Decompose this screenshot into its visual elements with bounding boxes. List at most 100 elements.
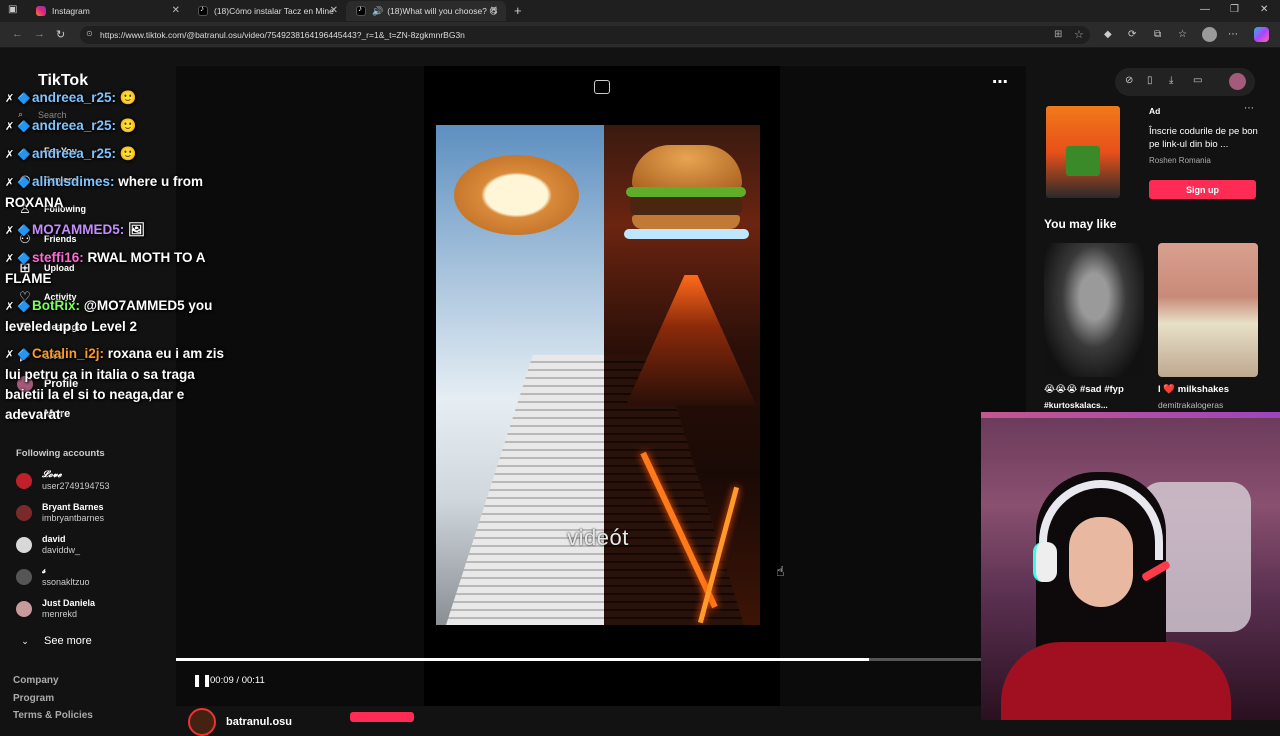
tiktok-page: TikTok ⌕ Search ⌂ For You ◎ Explore ♙ Fo… — [0, 48, 1280, 736]
led-light — [981, 412, 1280, 418]
footer-link-terms[interactable]: Terms & Policies — [13, 710, 93, 721]
tab-title: Instagram — [52, 6, 90, 16]
account-username: ssonakltzuo — [42, 577, 90, 587]
url-input[interactable]: ⊙ https://www.tiktok.com/@batranul.osu/v… — [80, 26, 1090, 44]
menu-dots-icon[interactable]: ⋯ — [1228, 29, 1238, 40]
account-name: 𝓼 — [42, 566, 46, 576]
close-tab-icon[interactable]: ✕ — [490, 5, 498, 16]
video-frame[interactable]: videót — [436, 125, 760, 625]
recommended-caption[interactable]: I ❤️ milkshakes — [1158, 384, 1229, 395]
more-options-icon[interactable]: ⋯ — [992, 72, 1008, 92]
chat-text: 🙂 — [119, 146, 137, 161]
video-time: 00:09 / 00:11 — [210, 675, 265, 686]
mail-icon[interactable]: ▭ — [1193, 75, 1202, 86]
chat-username: andreea_r25: — [31, 90, 120, 105]
time-current: 00:09 — [210, 675, 234, 686]
ad-image[interactable] — [1046, 106, 1120, 198]
site-info-icon[interactable]: ⊙ — [86, 29, 93, 38]
chat-badge-icon: ✗ 🔷 — [5, 149, 31, 161]
ad-more-icon[interactable]: ⋯ — [1244, 103, 1254, 114]
tiktok-icon — [356, 4, 366, 16]
puzzle-icon[interactable]: ⟳ — [1128, 29, 1136, 40]
avatar[interactable] — [1229, 73, 1246, 90]
video-caption: videót — [567, 525, 629, 550]
account-username: user2749194753 — [42, 481, 110, 491]
following-account[interactable]: Just Daniela menrekd — [16, 598, 95, 620]
sidebar-toggle-icon[interactable]: ▣ — [8, 4, 17, 15]
recommended-video-thumbnail[interactable] — [1158, 243, 1258, 377]
new-tab-icon[interactable]: + — [514, 3, 522, 18]
recommended-caption[interactable]: 😭😭😭 #sad #fyp — [1044, 384, 1124, 395]
favorite-star-icon[interactable]: ☆ — [1074, 28, 1084, 41]
address-bar-row: ← → ↻ ⊙ https://www.tiktok.com/@batranul… — [0, 22, 1280, 48]
extension-icon[interactable]: ◆ — [1104, 29, 1112, 40]
copilot-icon[interactable] — [1254, 27, 1269, 42]
chat-text: 🙂 — [119, 90, 137, 105]
footer-link-program[interactable]: Program — [13, 693, 54, 704]
following-account[interactable]: david daviddw_ — [16, 534, 80, 556]
avatar[interactable] — [188, 708, 216, 736]
follow-button[interactable] — [350, 712, 414, 722]
minimize-icon[interactable]: — — [1200, 4, 1210, 15]
chat-badge-icon: ✗ 🔷 — [5, 93, 31, 105]
top-action-bar: ⊘ ▯ ⤓ ▭ — [1115, 68, 1255, 96]
chat-badge-icon: ✗ 🔷 — [5, 225, 31, 237]
profile-avatar-icon[interactable] — [1202, 27, 1217, 42]
account-username: daviddw_ — [42, 545, 81, 555]
chat-badge-icon: ✗ 🔷 — [5, 301, 31, 313]
tab-instagram[interactable]: Instagram ✕ — [26, 1, 188, 21]
tab-tacz[interactable]: (18)Cómo instalar Tacz en Minecr ✕ — [188, 1, 346, 21]
chat-message: ✗ 🔷andreea_r25: 🙂 — [5, 88, 235, 109]
video-progress-bar[interactable] — [176, 658, 982, 661]
video-player[interactable]: ⋯ videót ☝ — [176, 66, 1026, 706]
you-may-like-header: You may like — [1044, 217, 1117, 231]
see-more-button[interactable]: ⌄ See more — [16, 632, 91, 650]
chat-username: MO7AMMED5: — [31, 222, 128, 237]
chat-message: ✗ 🔷andreea_r25: 🙂 — [5, 144, 235, 165]
signup-button[interactable]: Sign up — [1149, 180, 1256, 199]
favorites-icon[interactable]: ☆ — [1178, 29, 1187, 40]
download-icon[interactable]: ⤓ — [1169, 75, 1173, 86]
chat-text: 🙂 — [119, 118, 137, 133]
author-row[interactable]: batranul.osu — [188, 708, 292, 736]
back-icon[interactable]: ← — [12, 28, 23, 40]
close-window-icon[interactable]: ✕ — [1260, 4, 1268, 15]
recommended-sub[interactable]: #kurtoskalacs... — [1044, 400, 1108, 410]
miniplayer-icon[interactable] — [594, 80, 610, 94]
close-tab-icon[interactable]: ✕ — [172, 5, 180, 16]
speaker-icon[interactable]: 🔊 — [372, 6, 383, 17]
recommended-author[interactable]: demitrakalogeras — [1158, 400, 1223, 410]
maximize-icon[interactable]: ❐ — [1230, 4, 1239, 15]
following-account[interactable]: 𝓼 ssonakltzuo — [16, 566, 90, 588]
account-name: david — [42, 534, 66, 544]
chat-message: ✗ 🔷MO7AMMED5: 🖼 — [5, 220, 235, 241]
account-username: menrekd — [42, 609, 78, 619]
ad-text: Înscrie codurile de pe bon pe link-ul di… — [1149, 126, 1258, 150]
tab-title: (18)What will you choose? 😋 — [387, 5, 498, 16]
following-account[interactable]: 𝓛𝓸𝓿𝓮 user2749194753 — [16, 470, 110, 492]
app-icon[interactable]: ⊞ — [1054, 29, 1062, 40]
hand-cursor-icon: ☝ — [776, 563, 785, 579]
streamer-body — [1001, 642, 1231, 720]
coin-icon[interactable]: ⊘ — [1125, 75, 1133, 86]
chat-badge-icon: ✗ 🔷 — [5, 349, 31, 361]
footer-link-company[interactable]: Company — [13, 675, 59, 686]
chat-message: ✗ 🔷Catalin_i2j: roxana eu i am zis lui p… — [5, 344, 235, 425]
chat-message: ✗ 🔷steffi16: RWAL MOTH TO A FLAME — [5, 248, 235, 289]
recommended-video-thumbnail[interactable] — [1044, 243, 1144, 377]
close-tab-icon[interactable]: ✕ — [330, 5, 338, 16]
chat-username: andreea_r25: — [31, 146, 120, 161]
reload-icon[interactable]: ↻ — [56, 28, 65, 41]
split-icon[interactable]: ⧉ — [1154, 29, 1161, 40]
tab-what-will-you-choose[interactable]: 🔊 (18)What will you choose? 😋 ✕ — [346, 1, 506, 21]
following-account[interactable]: Bryant Barnes imbryantbarnes — [16, 502, 104, 524]
browser-tab-bar: ▣ Instagram ✕ (18)Cómo instalar Tacz en … — [0, 0, 1280, 22]
headset-earcup — [1033, 542, 1057, 582]
account-name: 𝓛𝓸𝓿𝓮 — [42, 470, 62, 480]
author-name[interactable]: batranul.osu — [226, 716, 292, 728]
chat-username: BotRix: — [31, 298, 84, 313]
device-icon[interactable]: ▯ — [1147, 75, 1153, 86]
time-total: 00:11 — [241, 675, 265, 686]
forward-icon[interactable]: → — [34, 28, 45, 40]
stream-chat-overlay: ✗ 🔷andreea_r25: 🙂 ✗ 🔷andreea_r25: 🙂 ✗ 🔷and… — [5, 88, 235, 432]
